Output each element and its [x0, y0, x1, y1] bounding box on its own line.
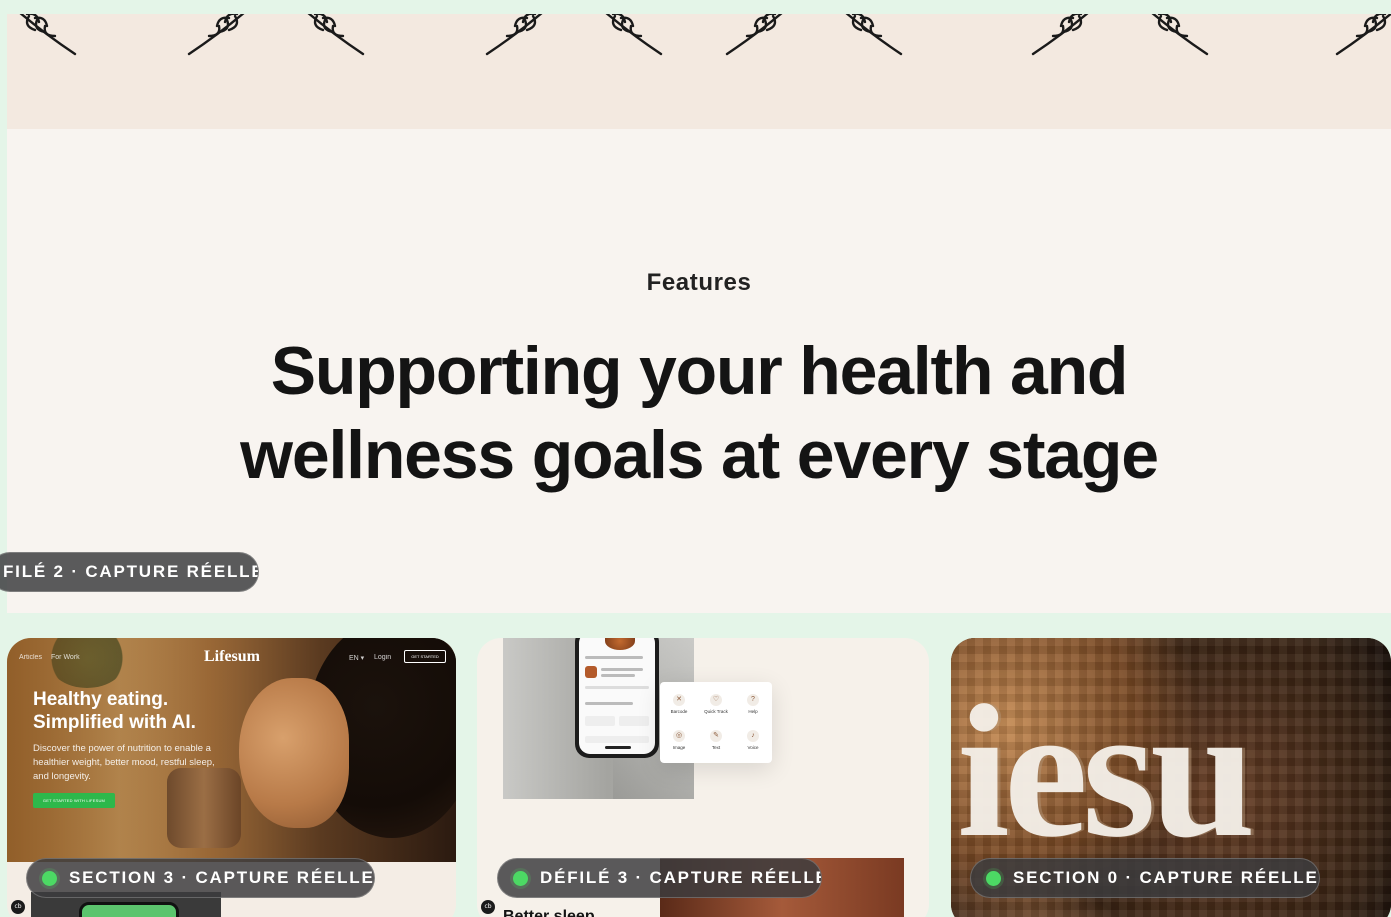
nav-get-started-button[interactable]: GET STARTED — [404, 650, 446, 663]
action-label: Text — [711, 745, 721, 750]
laurel-icon — [1031, 14, 1089, 56]
headline-line-1: Supporting your health and — [270, 333, 1129, 409]
capture-pill-label: DÉFILÉ 3 · CAPTURE RÉELLE — [540, 868, 822, 887]
language-select[interactable]: EN ▾ — [349, 654, 364, 662]
section-headline: Supporting your health and wellness goal… — [7, 329, 1391, 497]
features-section: Features Supporting your health and well… — [7, 129, 1391, 613]
action-label: Barcode — [670, 709, 688, 714]
text-line — [585, 686, 649, 689]
barcode-icon: ✕ — [673, 694, 685, 706]
section-eyebrow: Features — [646, 269, 752, 296]
action-label: Image — [672, 745, 686, 750]
text-line — [585, 702, 633, 705]
laurel-icon — [1151, 14, 1209, 56]
input-bar — [585, 736, 649, 743]
laurel-icon — [845, 14, 903, 56]
woman-image — [239, 678, 349, 828]
cookie-badge-icon[interactable]: cb — [481, 900, 495, 914]
action-label: Quick Track — [704, 709, 728, 714]
laurel-icon — [307, 14, 365, 56]
card-caption: Better sleep — [503, 908, 595, 917]
home-indicator — [605, 746, 631, 749]
laurel-icon — [187, 14, 245, 56]
voice-action[interactable]: ♪ Voice — [734, 730, 772, 750]
text-line — [601, 668, 643, 671]
action-label: Voice — [747, 745, 759, 750]
laurel-icon — [1335, 14, 1391, 56]
hero-title-line-1: Healthy eating. — [33, 689, 169, 710]
microphone-icon: ♪ — [747, 730, 759, 742]
nav-link-login[interactable]: Login — [374, 654, 391, 661]
phone-screen — [579, 638, 655, 754]
text-line — [601, 674, 635, 677]
capture-pill-label: FILÉ 2 · CAPTURE RÉELLE — [3, 562, 259, 581]
status-dot-icon — [42, 870, 57, 886]
heart-icon: ♡ — [710, 694, 722, 706]
phone-mockup — [575, 638, 659, 758]
nav-link-articles[interactable]: Articles — [19, 654, 42, 661]
text-line — [585, 656, 643, 659]
lifesum-logo[interactable]: Lifesum — [204, 648, 260, 666]
capture-pill-card-1: SECTION 3 · CAPTURE RÉELLE — [26, 858, 375, 898]
capture-pill-card-2: DÉFILÉ 3 · CAPTURE RÉELLE — [497, 858, 822, 898]
laurel-band — [7, 14, 1391, 129]
image-action[interactable]: ◎ Image — [660, 730, 698, 750]
laurel-icon — [19, 14, 77, 56]
capture-pill-label: SECTION 3 · CAPTURE RÉELLE — [69, 868, 375, 887]
laurel-icon — [605, 14, 663, 56]
hero-nav: Articles For Work Lifesum EN ▾ Login GET… — [7, 648, 456, 668]
food-image — [605, 638, 635, 650]
status-dot-icon — [986, 870, 1001, 886]
capture-pill-card-3: SECTION 0 · CAPTURE RÉELLE — [970, 858, 1320, 898]
barcode-action[interactable]: ✕ Barcode — [660, 694, 698, 714]
panel-halo — [654, 676, 788, 768]
text-action[interactable]: ✎ Text — [697, 730, 735, 750]
quick-action-panel: ✕ Barcode ♡ Quick Track ? Help ◎ Image ✎ Text… — [654, 676, 788, 768]
meal-thumbnail — [585, 666, 597, 678]
capture-pill-label: SECTION 0 · CAPTURE RÉELLE — [1013, 868, 1319, 887]
help-icon: ? — [747, 694, 759, 706]
laurel-icon — [725, 14, 783, 56]
phone-screen — [79, 902, 179, 917]
quick-track-action[interactable]: ♡ Quick Track — [697, 694, 735, 714]
action-label: Help — [748, 709, 758, 714]
pencil-icon: ✎ — [710, 730, 722, 742]
zoomed-logo-text: iesu — [957, 667, 1256, 877]
page: Features Supporting your health and well… — [0, 0, 1391, 917]
hero-title: Healthy eating. Simplified with AI. — [33, 688, 233, 734]
status-dot-icon — [513, 870, 528, 886]
get-started-button[interactable]: GET STARTED WITH LIFESUM — [33, 793, 115, 808]
nav-link-for-work[interactable]: For Work — [51, 654, 80, 661]
capture-pill-top: FILÉ 2 · CAPTURE RÉELLE — [0, 552, 259, 592]
hero-title-line-2: Simplified with AI. — [33, 712, 196, 733]
lifesum-hero: Articles For Work Lifesum EN ▾ Login GET… — [7, 638, 456, 862]
hero-body: Discover the power of nutrition to enabl… — [33, 743, 215, 782]
chip — [619, 716, 649, 726]
headline-line-2: wellness goals at every stage — [240, 417, 1159, 493]
cookie-badge-icon[interactable]: cb — [11, 900, 25, 914]
help-action[interactable]: ? Help — [734, 694, 772, 714]
chip — [585, 716, 615, 726]
camera-icon: ◎ — [673, 730, 685, 742]
laurel-icon — [485, 14, 543, 56]
